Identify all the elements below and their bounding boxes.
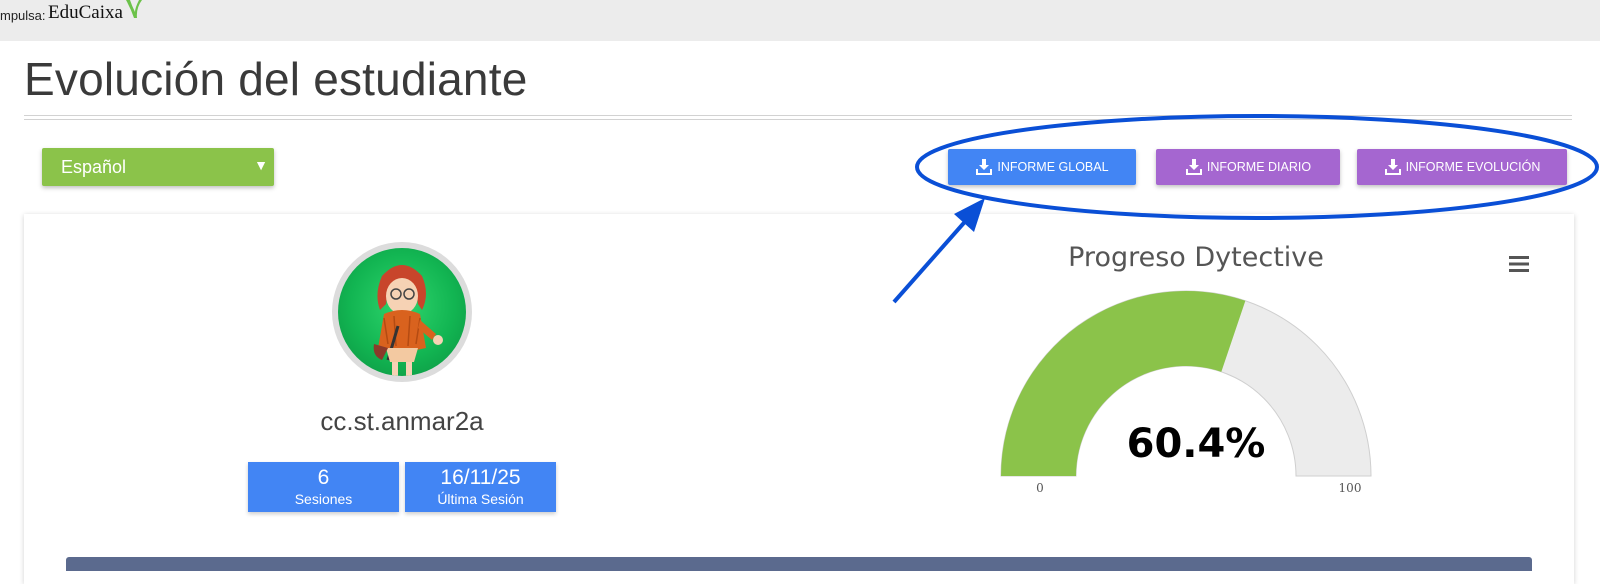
- character-illustration: [373, 265, 443, 376]
- informe-diario-label: INFORME DIARIO: [1206, 160, 1312, 174]
- last-session-date: 16/11/25: [440, 466, 521, 489]
- gauge-title: Progreso Dytective: [1068, 242, 1324, 273]
- brand-leaf-icon: [126, 0, 142, 18]
- language-select[interactable]: Español ▼: [42, 148, 274, 186]
- informe-global-label: INFORME GLOBAL: [997, 160, 1109, 174]
- hamburger-menu-icon[interactable]: [1509, 256, 1529, 272]
- informe-diario-button[interactable]: INFORME DIARIO: [1156, 149, 1340, 185]
- progress-gauge-chart: Progreso Dytective 60.4% 0 100: [1000, 242, 1372, 495]
- sessions-stat: 6 Sesiones: [248, 462, 399, 512]
- informe-global-button[interactable]: INFORME GLOBAL: [948, 149, 1136, 185]
- download-icon: [1185, 159, 1202, 175]
- gauge-max-label: 100: [1339, 481, 1362, 495]
- informe-evolucion-button[interactable]: INFORME EVOLUCIÓN: [1357, 149, 1567, 185]
- last-session-label: Última Sesión: [437, 491, 524, 507]
- avatar: [332, 242, 472, 382]
- dropdown-arrow-icon: ▼: [254, 157, 268, 173]
- download-icon: [1384, 159, 1401, 175]
- language-selected-value: Español: [61, 157, 127, 177]
- brand-prefix: mpulsa:: [0, 8, 46, 23]
- title-divider: [24, 115, 1572, 120]
- sessions-label: Sesiones: [294, 491, 353, 507]
- last-session-stat: 16/11/25 Última Sesión: [405, 462, 556, 512]
- gauge-min-label: 0: [1036, 481, 1044, 495]
- download-icon: [976, 159, 993, 175]
- page-title: Evolución del estudiante: [24, 53, 528, 105]
- informe-evolucion-label: INFORME EVOLUCIÓN: [1405, 160, 1541, 174]
- brand-logo: EduCaixa: [48, 2, 123, 23]
- top-bar: mpulsa: EduCaixa: [0, 0, 1600, 41]
- gauge-value-label: 60.4%: [1127, 421, 1266, 467]
- student-username: cc.st.anmar2a: [320, 406, 484, 436]
- sessions-count: 6: [317, 466, 330, 489]
- bottom-panel-header: [66, 557, 1532, 571]
